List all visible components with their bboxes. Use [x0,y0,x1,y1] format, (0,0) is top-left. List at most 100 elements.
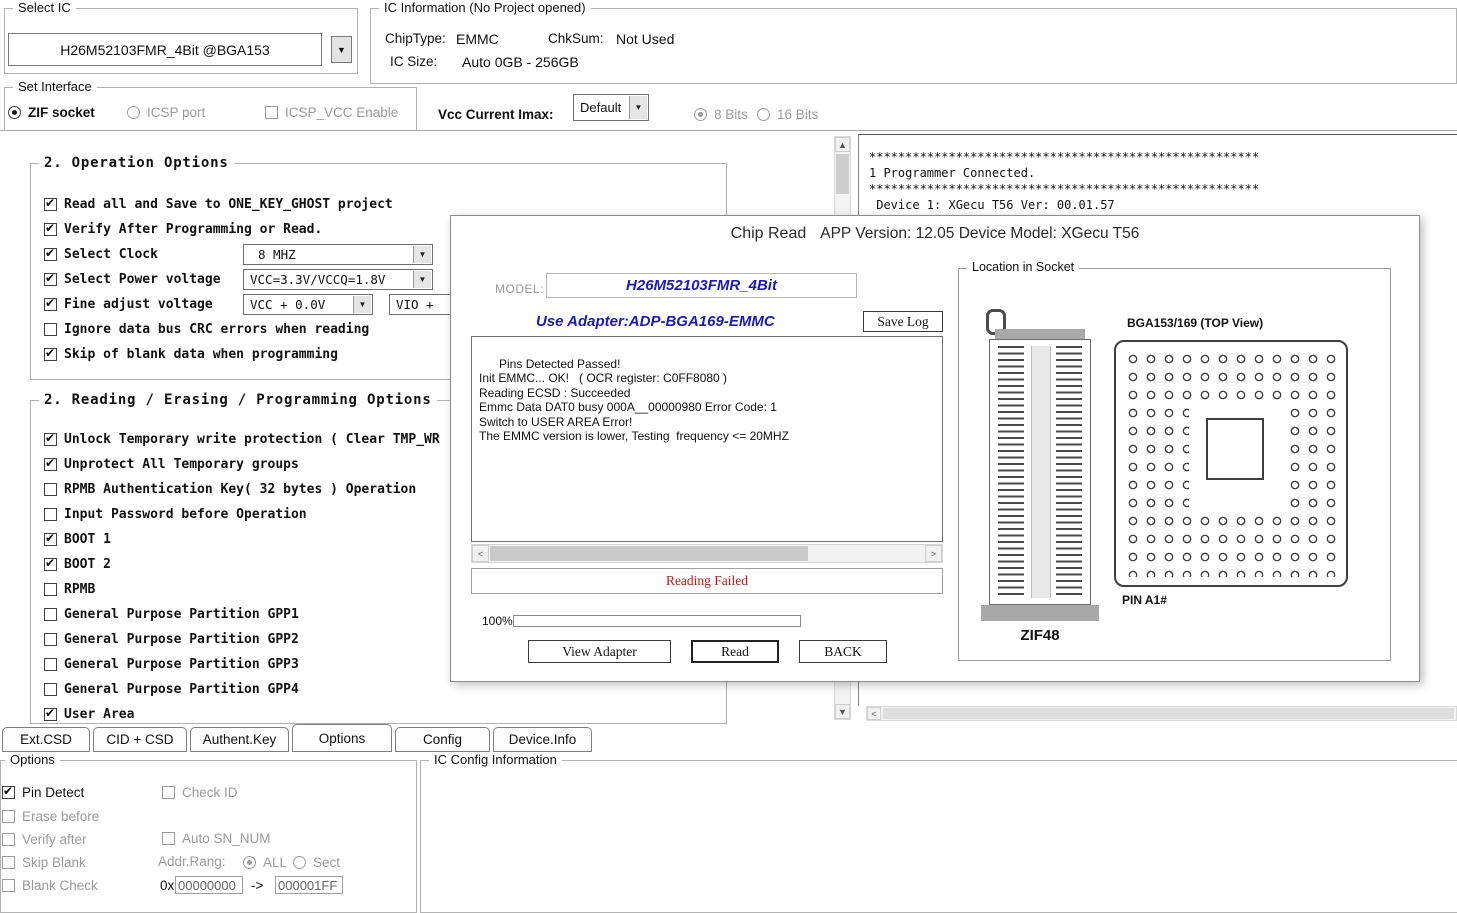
checkbox-icon[interactable] [2,833,15,846]
rw-user-area[interactable]: User Area [44,706,134,722]
rw-rpmb[interactable]: RPMB [44,581,95,597]
read-button[interactable]: Read [691,640,779,663]
scroll-left-icon[interactable]: < [472,545,489,562]
dialog-log-box[interactable]: Pins Detected Passed! Init EMMC... OK! (… [471,336,943,542]
save-log-button[interactable]: Save Log [863,311,943,332]
verify-after-checkbox[interactable]: Verify after [2,831,87,847]
checkbox-icon[interactable] [44,508,57,521]
chevron-down-icon[interactable]: ▼ [629,96,647,119]
option-label: General Purpose Partition GPP2 [64,632,299,647]
bits8-radio[interactable]: 8 Bits [694,106,748,122]
radio-icon[interactable] [8,106,21,119]
icsp-vcc-checkbox[interactable]: ICSP_VCC Enable [265,104,398,120]
radio-icon[interactable] [243,856,256,869]
tab-cid-csd[interactable]: CID + CSD [93,727,187,752]
checkbox-icon[interactable] [162,832,175,845]
checkbox-icon[interactable] [44,248,57,261]
tab-config[interactable]: Config [395,727,490,752]
auto-sn-checkbox[interactable]: Auto SN_NUM [162,830,271,846]
tab-ext-csd[interactable]: Ext.CSD [2,727,90,752]
zif-socket-radio[interactable]: ZIF socket [8,104,95,120]
checkbox-icon[interactable] [44,433,57,446]
ic-combobox-dropdown-button[interactable]: ▼ [331,36,352,63]
checkbox-icon[interactable] [44,348,57,361]
checkbox-icon[interactable] [44,273,57,286]
check-id-checkbox[interactable]: Check ID [162,784,238,800]
skip-blank-checkbox[interactable]: Skip Blank [2,854,86,870]
rw-unlock-tmp-wp[interactable]: Unlock Temporary write protection ( Clea… [44,431,440,447]
option-verify-after[interactable]: Verify After Programming or Read. [44,221,322,237]
ic-combobox[interactable]: H26M52103FMR_4Bit @BGA153 [8,33,322,66]
checkbox-icon[interactable] [2,786,15,799]
checkbox-icon[interactable] [44,558,57,571]
checkbox-icon[interactable] [44,583,57,596]
pin-detect-checkbox[interactable]: Pin Detect [2,784,84,800]
checkbox-icon[interactable] [44,458,57,471]
option-ignore-crc[interactable]: Ignore data bus CRC errors when reading [44,321,369,337]
back-button[interactable]: BACK [799,640,887,663]
checkbox-icon[interactable] [44,533,57,546]
rw-gpp1[interactable]: General Purpose Partition GPP1 [44,606,299,622]
power-voltage-select[interactable]: VCC=3.3V/VCCQ=1.8V ▼ [243,269,433,290]
rw-unprotect-groups[interactable]: Unprotect All Temporary groups [44,456,299,472]
scroll-left-icon[interactable]: < [867,707,881,720]
dialog-log-hscrollbar[interactable]: < > [471,544,943,563]
bits16-radio[interactable]: 16 Bits [757,106,818,122]
checkbox-icon[interactable] [44,298,57,311]
addr-to-input[interactable] [275,876,343,894]
rw-boot1[interactable]: BOOT 1 [44,531,111,547]
scroll-up-icon[interactable]: ▲ [835,137,850,152]
chevron-down-icon[interactable]: ▼ [413,271,431,288]
addr-sect-radio[interactable]: Sect [293,854,340,870]
rw-gpp4[interactable]: General Purpose Partition GPP4 [44,681,299,697]
checkbox-icon[interactable] [44,683,57,696]
chevron-down-icon[interactable]: ▼ [353,296,371,313]
checkbox-icon[interactable] [44,633,57,646]
tab-options[interactable]: Options [292,724,392,752]
option-fine-adjust[interactable]: Fine adjust voltage [44,296,213,312]
radio-icon[interactable] [293,856,306,869]
rw-input-password[interactable]: Input Password before Operation [44,506,307,522]
scroll-right-icon[interactable]: > [925,545,942,562]
blank-check-checkbox[interactable]: Blank Check [2,877,98,893]
icsp-port-radio[interactable]: ICSP port [127,104,205,120]
radio-icon[interactable] [757,108,770,121]
scrollbar-thumb[interactable] [490,546,808,561]
chevron-down-icon[interactable]: ▼ [413,246,431,263]
checkbox-icon[interactable] [44,223,57,236]
log-panel-hscrollbar[interactable]: < [866,706,1457,721]
addr-all-radio[interactable]: ALL [243,854,287,870]
checkbox-icon[interactable] [2,810,15,823]
fine-adjust-vcc-select[interactable]: VCC + 0.0V ▼ [243,294,373,315]
checkbox-icon[interactable] [2,879,15,892]
tab-authent-key[interactable]: Authent.Key [190,727,289,752]
option-read-all[interactable]: Read all and Save to ONE_KEY_GHOST proje… [44,196,393,212]
option-skip-blank[interactable]: Skip of blank data when programming [44,346,338,362]
checkbox-icon[interactable] [162,786,175,799]
checkbox-icon[interactable] [265,106,278,119]
rw-gpp2[interactable]: General Purpose Partition GPP2 [44,631,299,647]
option-select-clock[interactable]: Select Clock [44,246,158,262]
checkbox-icon[interactable] [44,323,57,336]
checkbox-icon[interactable] [44,483,57,496]
option-power-voltage[interactable]: Select Power voltage [44,271,221,287]
scrollbar-thumb[interactable] [836,154,849,194]
clock-select[interactable]: 8 MHZ ▼ [243,244,433,265]
rw-rpmb-auth-key[interactable]: RPMB Authentication Key( 32 bytes ) Oper… [44,481,416,497]
checkbox-icon[interactable] [2,856,15,869]
tab-device-info[interactable]: Device.Info [493,727,592,752]
radio-icon[interactable] [127,106,140,119]
view-adapter-button[interactable]: View Adapter [528,640,671,663]
checkbox-icon[interactable] [44,198,57,211]
rw-boot2[interactable]: BOOT 2 [44,556,111,572]
addr-from-input[interactable] [175,876,243,894]
radio-icon[interactable] [694,108,707,121]
rw-gpp3[interactable]: General Purpose Partition GPP3 [44,656,299,672]
checkbox-icon[interactable] [44,608,57,621]
scroll-down-icon[interactable]: ▼ [835,704,850,719]
erase-before-checkbox[interactable]: Erase before [2,808,99,824]
scrollbar-thumb[interactable] [883,708,1454,719]
vcc-imax-select[interactable]: Default ▼ [573,94,649,121]
checkbox-icon[interactable] [44,708,57,721]
checkbox-icon[interactable] [44,658,57,671]
